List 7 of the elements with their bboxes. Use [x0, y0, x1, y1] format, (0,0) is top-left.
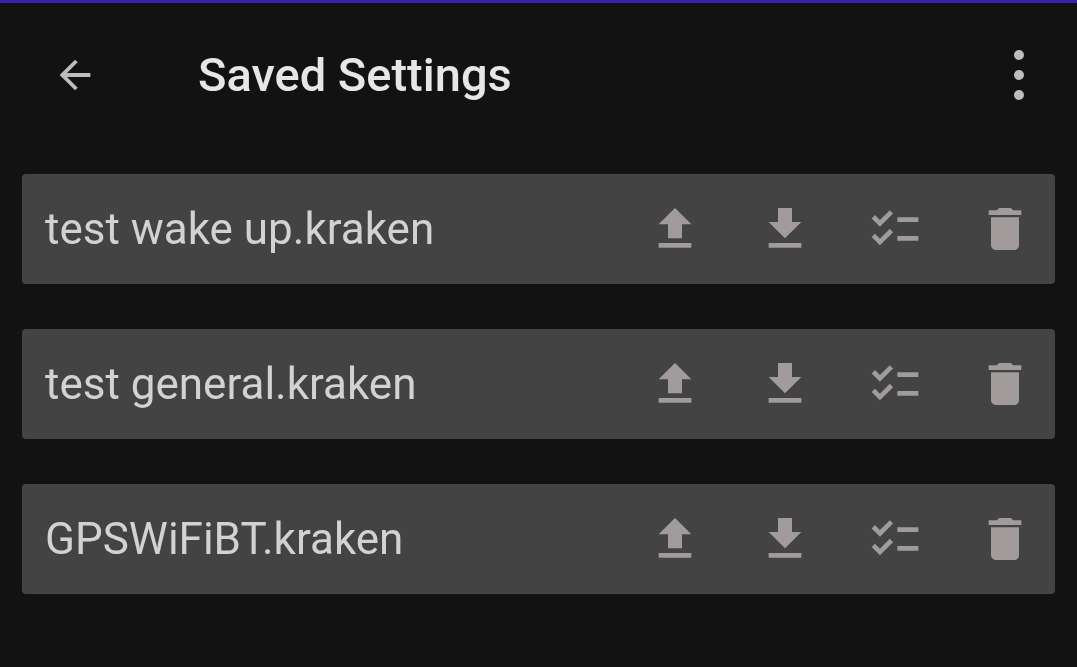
screen-title: Saved Settings [198, 45, 512, 104]
file-name: test wake up.kraken [45, 202, 435, 257]
settings-card[interactable]: GPSWiFiBT.kraken [22, 484, 1055, 594]
settings-card[interactable]: test wake up.kraken [22, 174, 1055, 284]
settings-card[interactable]: test general.kraken [22, 329, 1055, 439]
file-name: test general.kraken [45, 357, 417, 412]
file-name: GPSWiFiBT.kraken [45, 512, 404, 567]
